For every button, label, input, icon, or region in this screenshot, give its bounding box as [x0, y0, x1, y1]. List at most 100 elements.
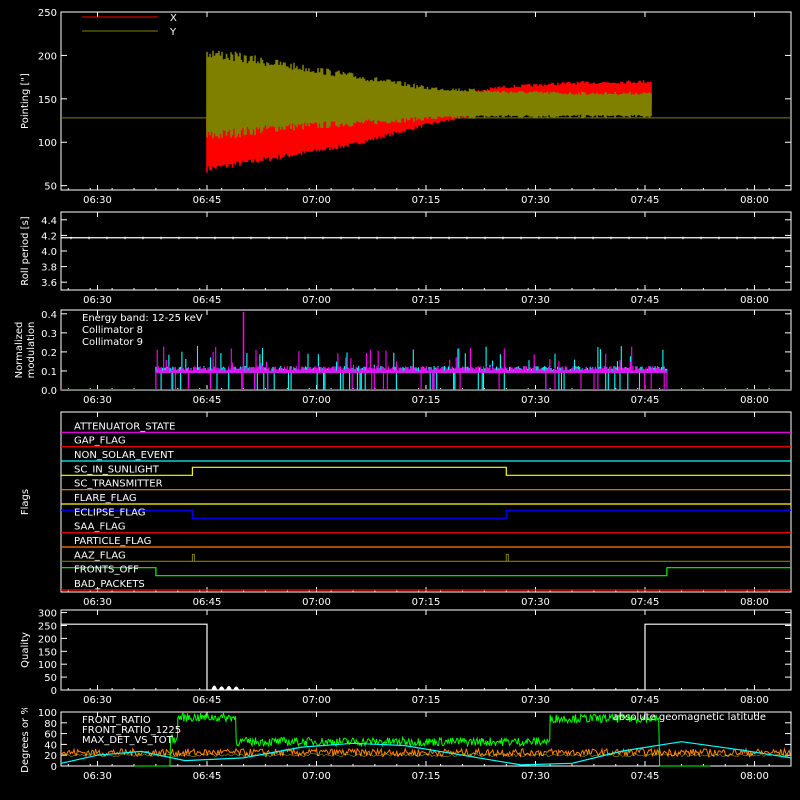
y-tick-label: 100 [38, 660, 57, 671]
x-tick-label: 06:45 [193, 597, 222, 608]
y-axis-label: Quality [20, 632, 31, 668]
flag-spike [505, 553, 509, 562]
x-tick-label: 06:45 [193, 295, 222, 306]
y-tick-label: 150 [38, 95, 57, 106]
x-tick-label: 06:45 [193, 195, 222, 206]
flag-label: SC_IN_SUNLIGHT [74, 464, 160, 475]
flag-label: FRONTS_OFF [74, 565, 139, 576]
flag-label: ECLIPSE_FLAG [74, 507, 145, 518]
x-tick-label: 07:45 [631, 195, 660, 206]
y-tick-label: 20 [44, 751, 57, 762]
x-tick-label: 06:30 [83, 395, 112, 406]
x-tick-label: 07:00 [302, 695, 331, 706]
flag-label: SAA_FLAG [74, 522, 125, 533]
x-tick-label: 07:00 [302, 195, 331, 206]
quality-bump [233, 686, 240, 690]
x-tick-label: 08:00 [740, 695, 769, 706]
x-tick-label: 07:15 [412, 395, 441, 406]
x-tick-label: 06:30 [83, 771, 112, 782]
quality-bump [218, 686, 225, 690]
x-tick-label: 07:30 [521, 695, 550, 706]
y-tick-label: 300 [38, 609, 57, 620]
x-tick-label: 08:00 [740, 295, 769, 306]
flag-label: NON_SOLAR_EVENT [74, 450, 175, 461]
x-tick-label: 08:00 [740, 597, 769, 608]
y-tick-label: 0.1 [41, 367, 57, 378]
plot-frame [60, 411, 792, 593]
flag-label: ATTENUATOR_STATE [74, 421, 175, 432]
y-tick-label: 0 [51, 762, 57, 773]
y-tick-label: 250 [38, 621, 57, 632]
x-tick-label: 07:30 [521, 195, 550, 206]
flag-label: BAD_PACKETS [74, 579, 145, 590]
x-tick-label: 07:30 [521, 395, 550, 406]
legend-label: Y [169, 27, 177, 38]
y-tick-label: 0.3 [41, 329, 57, 340]
y-tick-label: 40 [44, 740, 57, 751]
x-tick-label: 07:45 [631, 395, 660, 406]
quality-bump [211, 685, 218, 690]
x-tick-label: 07:15 [412, 195, 441, 206]
y-tick-label: 3.6 [41, 278, 57, 289]
flag-label: AAZ_FLAG [74, 550, 126, 561]
x-tick-label: 07:00 [302, 771, 331, 782]
flag-label: FLARE_FLAG [74, 493, 137, 504]
legend-label: Collimator 8 [82, 325, 143, 336]
x-tick-label: 07:45 [631, 771, 660, 782]
y-tick-label: 60 [44, 730, 57, 741]
y-tick-label: 4.0 [41, 247, 57, 258]
roll-period-panel: 06:30 06:45 07:00 07:15 07:30 07:45 08:00 3.6 3.… [20, 211, 792, 306]
flag-label: SC_TRANSMITTER [74, 479, 163, 490]
x-tick-label: 07:30 [521, 597, 550, 608]
x-tick-label: 06:30 [83, 295, 112, 306]
flag-label: GAP_FLAG [74, 436, 126, 447]
modulation-panel: 06:30 06:45 07:00 07:15 07:30 07:45 08:00 0.0 0.… [14, 309, 792, 406]
quality-panel: 06:30 06:45 07:00 07:15 07:30 07:45 08:00 0 50 10… [20, 609, 792, 706]
y-axis-label: modulation [26, 322, 37, 379]
y-axis-label: Normalized [14, 322, 25, 379]
x-tick-label: 07:30 [521, 295, 550, 306]
y-axis-label: Flags [20, 489, 31, 515]
x-tick-label: 07:00 [302, 597, 331, 608]
y-tick-label: 0.2 [41, 348, 57, 359]
plot-frame [60, 609, 792, 691]
quality-line [61, 623, 791, 691]
x-tick-label: 07:15 [412, 295, 441, 306]
quality-bump [225, 685, 232, 690]
x-tick-label: 06:45 [193, 771, 222, 782]
y-tick-label: 4.2 [41, 231, 57, 242]
flags-panel: 06:30 06:45 07:00 07:15 07:30 07:45 08:00 Flags… [20, 411, 792, 608]
x-tick-label: 07:45 [631, 695, 660, 706]
pointing-panel: 06:30 06:45 07:00 07:15 07:30 07:45 08:00 50 100… [20, 8, 792, 206]
y-tick-label: 80 [44, 719, 57, 730]
flag-label: PARTICLE_FLAG [74, 536, 151, 547]
y-tick-label: 0.0 [41, 386, 57, 397]
flag-line-sc_in_sunlight [61, 466, 791, 476]
x-tick-label: 07:00 [302, 395, 331, 406]
y-axis-label: Roll period [s] [20, 216, 31, 285]
y-tick-label: 0.4 [41, 310, 57, 321]
flag-spike [191, 553, 195, 562]
x-tick-label: 07:30 [521, 771, 550, 782]
x-tick-label: 07:15 [412, 695, 441, 706]
flag-line-fronts_off [61, 567, 791, 577]
series-y-envelope [206, 50, 652, 139]
x-tick-label: 06:30 [83, 195, 112, 206]
y-tick-label: 150 [38, 647, 57, 658]
x-tick-label: 07:45 [631, 295, 660, 306]
y-tick-label: 3.8 [41, 263, 57, 274]
ratio-panel: 06:30 06:45 07:00 07:15 07:30 07:45 08:00 02040… [20, 708, 792, 782]
x-tick-label: 06:30 [83, 695, 112, 706]
y-tick-label: 200 [38, 634, 57, 645]
plot-frame [60, 211, 792, 291]
legend-label: absolute geomagnetic latitude [613, 712, 766, 723]
y-tick-label: 100 [38, 138, 57, 149]
flag-line-eclipse_flag [61, 509, 791, 519]
x-tick-label: 07:15 [412, 597, 441, 608]
x-tick-label: 06:45 [193, 395, 222, 406]
x-tick-label: 07:15 [412, 771, 441, 782]
y-axis-label: Pointing ["] [20, 73, 31, 129]
x-tick-label: 07:00 [302, 295, 331, 306]
x-tick-label: 08:00 [740, 195, 769, 206]
y-tick-label: 250 [38, 8, 57, 19]
